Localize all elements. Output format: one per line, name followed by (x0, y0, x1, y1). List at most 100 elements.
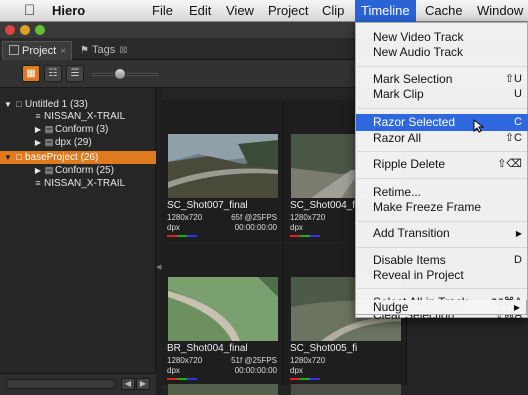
horizontal-scrollbar[interactable] (6, 379, 116, 389)
menu-item-mark-selection[interactable]: Mark Selection ⇧U (356, 72, 528, 87)
menu-item-ripple-delete[interactable]: Ripple Delete ⇧⌫ (356, 157, 528, 172)
menu-item-label: Mark Selection (373, 72, 453, 86)
menu-item-label: Razor Selected (373, 115, 456, 129)
shortcut-label: ⇧U (504, 73, 522, 85)
list-view-button[interactable]: ☰ (66, 65, 84, 82)
clip-resolution: 1280x720 (290, 213, 326, 222)
submenu-arrow-icon: ▶ (515, 229, 522, 238)
clip-resolution: 1280x720 (167, 356, 203, 365)
shortcut-label: ⇧C (504, 132, 522, 144)
scroll-right-icon[interactable]: ▶ (136, 378, 150, 390)
menu-item-new-audio-track[interactable]: New Audio Track (356, 45, 528, 60)
menu-item-label: Add Transition (373, 226, 450, 240)
menu-item-label: Retime... (373, 185, 422, 199)
sequence-icon: ≡ (35, 178, 41, 188)
menu-item-label: Reveal in Project (373, 268, 464, 282)
clip-color-bar (167, 235, 197, 237)
minimize-window-button[interactable] (20, 25, 30, 35)
close-window-button[interactable] (5, 25, 15, 35)
tree-item[interactable]: ▶ ▤ Conform (3) (0, 123, 156, 136)
menu-item-razor-all[interactable]: Razor All ⇧C (356, 131, 528, 146)
submenu-arrow-icon: ▶ (513, 303, 520, 312)
menu-window[interactable]: Window (471, 0, 528, 22)
menu-item-new-video-track[interactable]: New Video Track (356, 30, 528, 45)
menu-clip[interactable]: Clip (316, 0, 350, 22)
menu-item-add-transition[interactable]: Add Transition ▶ (356, 226, 528, 241)
close-tab-icon[interactable]: × (60, 46, 66, 57)
project-icon: □ (16, 152, 22, 162)
apple-icon[interactable]:  (24, 1, 35, 21)
clip-tile[interactable]: BR_Shot004_final 1280x720 51f @25FPS dpx… (162, 243, 284, 385)
menu-item-retime[interactable]: Retime... (356, 185, 528, 200)
clip-format: dpx (290, 366, 303, 375)
menu-file[interactable]: File (146, 0, 179, 22)
grid-view-button[interactable]: ▦ (22, 65, 40, 82)
menu-item-label: Ripple Delete (373, 157, 446, 171)
detail-view-button[interactable]: ☷ (44, 65, 62, 82)
collapsed-triangle-icon[interactable]: ▶ (33, 123, 43, 136)
tab-tags-label: Tags (91, 44, 116, 56)
clip-frames: 51f @25FPS (231, 356, 277, 365)
clip-color-bar (167, 378, 197, 380)
menu-item-label: New Audio Track (373, 45, 464, 59)
tab-tags[interactable]: ⚑ Tags ⊠ (74, 41, 166, 60)
clip-name: SC_Shot005_fi (290, 343, 358, 354)
sequence-icon: ≡ (35, 111, 41, 121)
menu-separator (357, 151, 527, 152)
menu-timeline[interactable]: Timeline (355, 0, 416, 22)
menu-separator (357, 108, 527, 109)
tree-item[interactable]: ▶ ▤ Conform (25) (0, 164, 156, 177)
tree-item-label: baseProject (26) (25, 152, 99, 163)
mouse-pointer-icon (473, 119, 485, 133)
menu-item-razor-selected[interactable]: Razor Selected C (356, 114, 528, 131)
menu-edit[interactable]: Edit (183, 0, 217, 22)
menu-item-nudge[interactable]: Nudge ▶ (355, 300, 527, 315)
menu-item-make-freeze-frame[interactable]: Make Freeze Frame (356, 200, 528, 215)
clip-frames: 65f @25FPS (231, 213, 277, 222)
clip-resolution: 1280x720 (167, 213, 203, 222)
clip-timecode: 00:00:00:00 (234, 366, 277, 375)
menu-project[interactable]: Project (262, 0, 314, 22)
tree-item-label: Conform (3) (55, 124, 109, 135)
bin-icon: ▤ (44, 124, 54, 134)
clip-thumbnail-partial (291, 384, 401, 395)
menu-item-label: New Video Track (373, 30, 464, 44)
clip-color-bar (290, 235, 320, 237)
collapsed-triangle-icon[interactable]: ▶ (33, 136, 43, 149)
menu-item-disable-items[interactable]: Disable Items D (356, 253, 528, 268)
tree-item[interactable]: ≡ NISSAN_X-TRAIL (0, 177, 156, 190)
menu-item-label: Make Freeze Frame (373, 200, 482, 214)
shortcut-label: C (514, 116, 522, 128)
app-menu[interactable]: Hiero (52, 0, 85, 22)
tree-item-selected[interactable]: ▼ □ baseProject (26) (0, 151, 156, 164)
menu-item-mark-clip[interactable]: Mark Clip U (356, 87, 528, 102)
slider-knob[interactable] (114, 68, 126, 80)
clip-timecode: 00:00:00:00 (234, 223, 277, 232)
menu-item-label: Razor All (373, 131, 422, 145)
menu-view[interactable]: View (220, 0, 260, 22)
menu-item-label: Nudge (373, 300, 409, 314)
tree-item-label: NISSAN_X-TRAIL (44, 111, 126, 122)
tree-item-label: dpx (29) (55, 137, 92, 148)
menu-bar:  Hiero File Edit View Project Clip Time… (0, 0, 528, 22)
menu-item-reveal-in-project[interactable]: Reveal in Project (356, 268, 528, 283)
shortcut-label: D (514, 254, 522, 266)
shortcut-label: U (514, 88, 522, 100)
tab-project[interactable]: Project × (2, 41, 72, 60)
scroll-left-icon[interactable]: ◀ (121, 378, 135, 390)
close-tab-icon[interactable]: ⊠ (119, 45, 127, 56)
clip-format: dpx (290, 223, 303, 232)
tree-item[interactable]: ≡ NISSAN_X-TRAIL (0, 110, 156, 123)
menu-cache[interactable]: Cache (419, 0, 469, 22)
collapsed-triangle-icon[interactable]: ▶ (33, 164, 43, 177)
expand-triangle-icon[interactable]: ▼ (3, 151, 13, 164)
zoom-window-button[interactable] (35, 25, 45, 35)
bin-tree: ▼ □ Untitled 1 (33) ≡ NISSAN_X-TRAIL ▶ ▤ Conf… (0, 88, 156, 373)
clip-tile[interactable]: SC_Shot007_final 1280x720 65f @25FPS dpx… (162, 100, 284, 242)
menu-item-label: Mark Clip (373, 87, 424, 101)
clip-name: SC_Shot004_fi (290, 200, 358, 211)
clip-color-bar (290, 378, 320, 380)
collapse-arrow-icon: ◀ (156, 264, 162, 271)
tree-item[interactable]: ▶ ▤ dpx (29) (0, 136, 156, 149)
clip-thumbnail (168, 134, 278, 198)
